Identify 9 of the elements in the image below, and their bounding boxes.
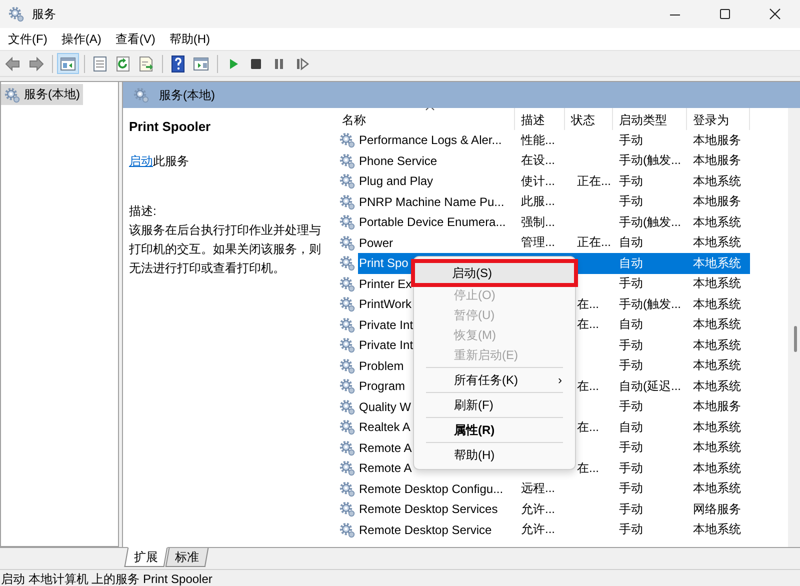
status-text: 启动 本地计算机 上的服务 Print Spooler: [1, 571, 212, 586]
submenu-arrow: ›: [558, 373, 562, 387]
window-title: 服务: [32, 6, 57, 22]
pane-title: 服务(本地): [159, 86, 215, 104]
description-text: 该服务在后台执行打印作业并处理与打印机的交互。如果关闭该服务，则无法进行打印或查看打印机。: [129, 222, 322, 277]
action-sentence: 启动此服务: [129, 153, 190, 170]
tree-item-label: 服务(本地): [24, 86, 80, 103]
description-label: 描述:: [129, 203, 158, 220]
service-name: Print Spooler: [129, 118, 212, 136]
